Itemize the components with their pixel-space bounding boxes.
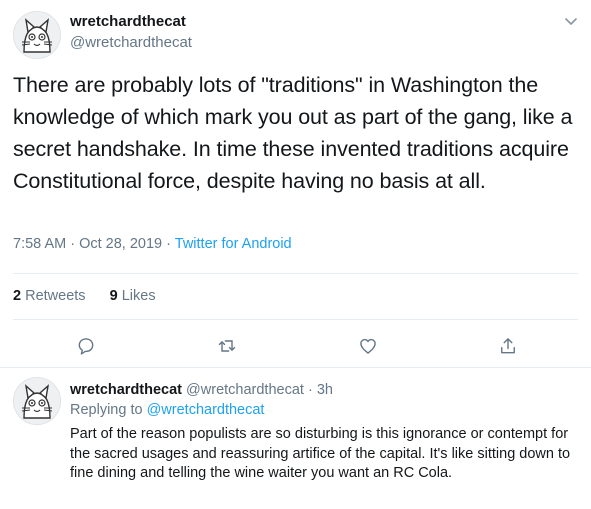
retweets-label: Retweets (25, 288, 86, 304)
reply-icon[interactable] (75, 335, 97, 357)
chevron-down-icon[interactable] (563, 13, 579, 29)
tweet-time[interactable]: 7:58 AM (13, 236, 66, 252)
meta-separator: · (166, 236, 175, 252)
likes-label: Likes (121, 288, 156, 304)
avatar[interactable] (13, 11, 61, 59)
likes-stat[interactable]: 9 Likes (110, 288, 156, 304)
reply-tweet[interactable]: wretchardthecat @wretchardthecat · 3h Re… (0, 368, 591, 509)
heart-icon[interactable] (357, 335, 379, 357)
retweet-icon[interactable] (216, 335, 238, 357)
divider (13, 319, 578, 320)
display-name[interactable]: wretchardthecat (70, 13, 186, 30)
tweet-stats: 2 Retweets 9 Likes (13, 288, 156, 304)
meta-separator: · (70, 236, 80, 252)
retweets-stat[interactable]: 2 Retweets (13, 288, 86, 304)
cat-avatar-icon (14, 378, 60, 424)
replying-to: Replying to @wretchardthecat (70, 402, 264, 418)
cat-avatar-icon (14, 12, 60, 58)
likes-count: 9 (109, 288, 118, 304)
handle[interactable]: @wretchardthecat (70, 34, 192, 51)
tweet-meta: 7:58 AM · Oct 28, 2019 · Twitter for And… (13, 236, 292, 252)
divider (13, 273, 578, 274)
tweet-date[interactable]: Oct 28, 2019 (79, 236, 162, 252)
reply-display-name[interactable]: wretchardthecat (70, 382, 182, 398)
avatar[interactable] (13, 377, 61, 425)
tweet-source[interactable]: Twitter for Android (175, 236, 292, 252)
reply-handle[interactable]: @wretchardthecat (186, 382, 304, 398)
tweet-text: There are probably lots of "traditions" … (13, 73, 573, 193)
main-tweet: wretchardthecat @wretchardthecat There a… (0, 0, 591, 367)
replying-label: Replying to (70, 402, 143, 418)
reply-time[interactable]: 3h (317, 382, 333, 398)
share-icon[interactable] (497, 335, 519, 357)
replying-to-link[interactable]: @wretchardthecat (147, 402, 265, 418)
meta-separator: · (307, 382, 317, 398)
retweets-count: 2 (13, 288, 22, 304)
reply-header: wretchardthecat @wretchardthecat · 3h (70, 382, 333, 398)
reply-text: Part of the reason populists are so dist… (70, 426, 571, 481)
